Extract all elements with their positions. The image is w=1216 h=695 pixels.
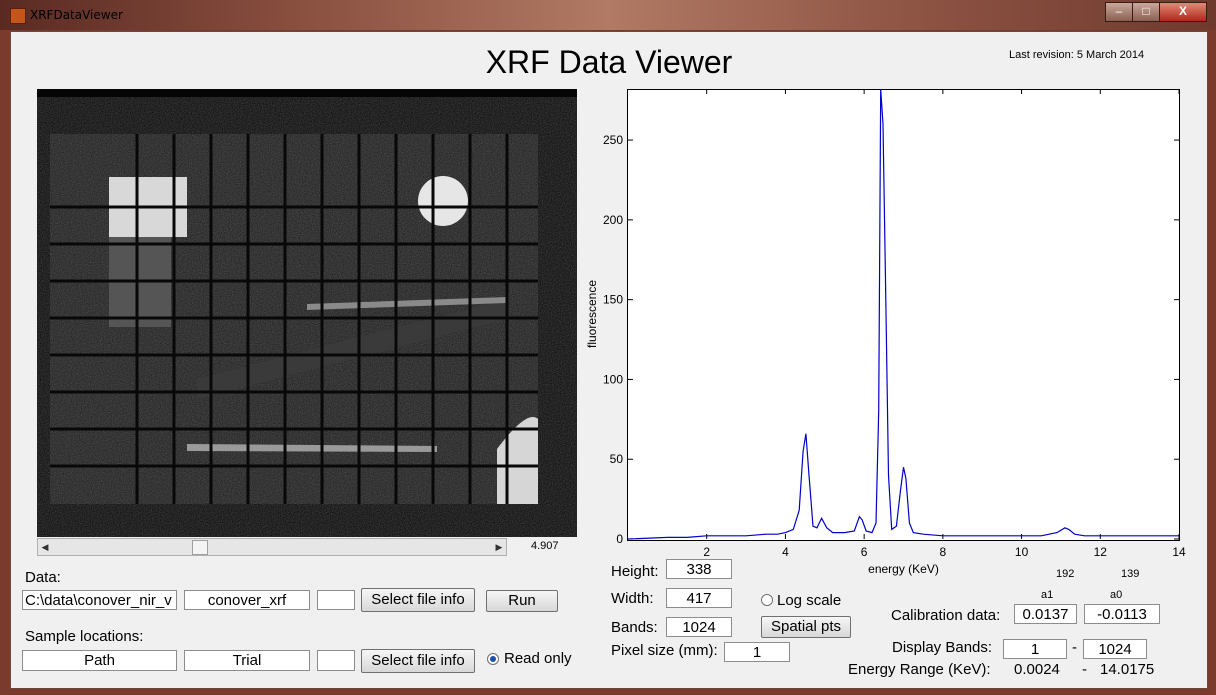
y-tick-label: 0 <box>616 532 623 546</box>
x-tick-label: 2 <box>703 545 710 559</box>
spatial-pts-button[interactable]: Spatial pts <box>761 616 851 638</box>
data-select-file-info-button[interactable]: Select file info <box>361 588 475 612</box>
xrf-image <box>50 134 538 504</box>
data-path-field[interactable]: C:\data\conover_nir_v <box>22 590 177 610</box>
maximize-button[interactable]: □ <box>1132 2 1160 22</box>
y-axis-label: fluorescence <box>585 280 599 348</box>
band-start-field[interactable]: 1 <box>1003 639 1067 659</box>
log-scale-label: Log scale <box>777 592 842 609</box>
band-range-dash: - <box>1072 639 1077 656</box>
data-extra-field[interactable] <box>317 590 355 610</box>
a0-header: a0 <box>1110 589 1123 601</box>
sample-extra-field[interactable] <box>317 650 355 671</box>
pixel-size-field[interactable]: 1 <box>724 642 790 662</box>
close-button[interactable]: X <box>1159 2 1207 22</box>
title-bar[interactable]: XRFDataViewer – □ X <box>0 0 1216 30</box>
sample-path-field[interactable]: Path <box>22 650 177 671</box>
band-end-field[interactable]: 1024 <box>1083 639 1147 659</box>
sample-name-field[interactable]: Trial <box>184 650 310 671</box>
scroll-right-arrow-icon[interactable]: ▶ <box>492 539 506 555</box>
y-tick-label: 200 <box>603 213 623 227</box>
x-tick-label: 8 <box>940 545 947 559</box>
xrf-image-panel[interactable] <box>37 89 577 537</box>
x-tick-label: 10 <box>1015 545 1029 559</box>
a1-header: a1 <box>1041 589 1054 601</box>
energy-range-label: Energy Range (KeV): <box>848 661 991 678</box>
y-tick-label: 250 <box>603 133 623 147</box>
scroll-value: 4.907 <box>531 540 559 552</box>
sample-select-file-info-button[interactable]: Select file info <box>361 649 475 673</box>
run-button[interactable]: Run <box>486 590 558 612</box>
x-tick-label: 4 <box>782 545 789 559</box>
revision-note: Last revision: 5 March 2014 <box>1009 49 1145 61</box>
y-tick-label: 100 <box>603 372 623 386</box>
pixel-size-label: Pixel size (mm): <box>611 642 718 659</box>
spectrum-series-line <box>627 88 1179 540</box>
energy-max-value: 14.0175 <box>1100 661 1155 678</box>
display-bands-label: Display Bands: <box>892 639 993 656</box>
data-name-field[interactable]: conover_xrf <box>184 590 310 610</box>
window-title: XRFDataViewer <box>30 8 123 22</box>
x-tick-label: 14 <box>1172 545 1186 559</box>
width-label: Width: <box>611 590 654 607</box>
app-window: XRF Data Viewer Last revision: 5 March 2… <box>10 31 1208 689</box>
minimize-button[interactable]: – <box>1105 2 1133 22</box>
image-scrollbar[interactable]: ◀ ▶ <box>37 538 507 556</box>
scrollbar-thumb[interactable] <box>191 540 208 555</box>
scroll-left-arrow-icon[interactable]: ◀ <box>38 539 52 555</box>
energy-range-dash: - <box>1082 661 1087 678</box>
read-only-radio[interactable] <box>487 653 499 665</box>
width-field[interactable]: 417 <box>666 588 732 608</box>
matlab-app-icon <box>10 8 26 24</box>
read-only-label: Read only <box>504 650 572 667</box>
bands-field[interactable]: 1024 <box>666 617 732 637</box>
bands-label: Bands: <box>611 619 658 636</box>
sample-locations-label: Sample locations: <box>25 628 144 645</box>
a0-field[interactable]: -0.0113 <box>1084 604 1160 624</box>
calibration-label: Calibration data: <box>891 607 1001 624</box>
a1-field[interactable]: 0.0137 <box>1014 604 1077 624</box>
x-axis-label: energy (KeV) <box>868 562 939 576</box>
y-tick-label: 50 <box>610 452 624 466</box>
spectrum-chart: 2 4 6 8 10 12 14 0 50 100 150 200 250 energy (KeV) f… <box>585 88 1186 576</box>
x-tick-label: 12 <box>1094 545 1108 559</box>
energy-min-value: 0.0024 <box>1014 661 1060 678</box>
y-tick-label: 150 <box>603 293 623 307</box>
log-scale-radio[interactable] <box>761 594 773 606</box>
x-tick-label: 6 <box>861 545 868 559</box>
data-label: Data: <box>25 569 61 586</box>
